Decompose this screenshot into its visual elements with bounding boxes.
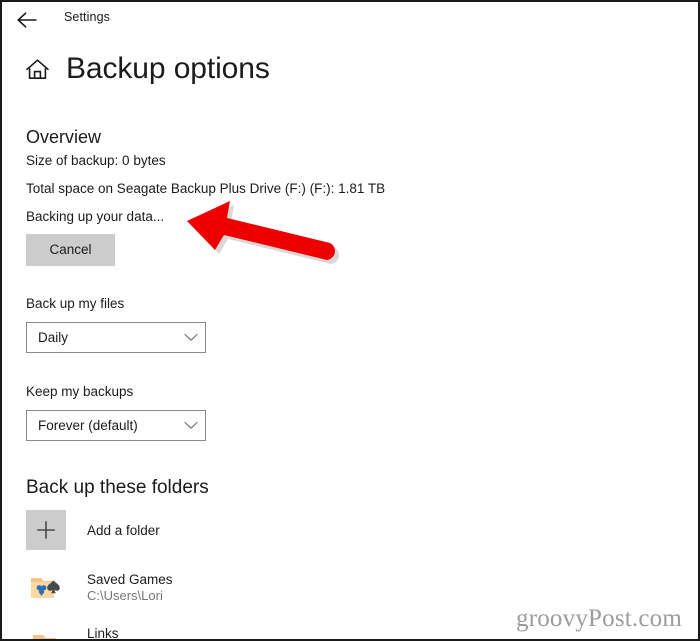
back-arrow-icon[interactable] xyxy=(12,6,42,34)
home-icon[interactable] xyxy=(24,56,50,82)
page-title: Backup options xyxy=(66,52,270,85)
plus-icon xyxy=(26,510,66,550)
chevron-down-icon xyxy=(177,333,205,342)
folder-links-icon xyxy=(26,626,66,639)
page-header: Backup options xyxy=(24,54,270,84)
overview-heading: Overview xyxy=(26,127,102,147)
folder-texts: Links xyxy=(87,626,119,641)
backup-frequency-value: Daily xyxy=(38,330,69,345)
backup-frequency-label: Back up my files xyxy=(26,296,125,311)
folder-name: Links xyxy=(87,626,119,641)
keep-backups-label: Keep my backups xyxy=(26,384,134,399)
list-item[interactable]: Saved Games C:\Users\Lori xyxy=(26,568,326,608)
keep-backups-value: Forever (default) xyxy=(38,418,138,433)
total-space-text: Total space on Seagate Backup Plus Drive… xyxy=(26,181,386,196)
folder-saved-games-icon xyxy=(26,568,66,608)
red-arrow-icon xyxy=(180,194,340,266)
folders-heading: Back up these folders xyxy=(26,477,209,498)
add-folder-label: Add a folder xyxy=(87,522,160,538)
watermark: groovyPost.com xyxy=(516,605,682,632)
folder-path: C:\Users\Lori xyxy=(87,588,163,603)
list-item[interactable]: Links xyxy=(26,626,326,641)
add-folder-button[interactable]: Add a folder xyxy=(26,510,326,550)
title-bar: Settings xyxy=(2,2,698,40)
settings-window: Settings Backup options Overview Size of… xyxy=(0,0,700,641)
backup-frequency-select[interactable]: Daily xyxy=(26,322,206,353)
cancel-button[interactable]: Cancel xyxy=(26,234,115,266)
folder-texts: Saved Games C:\Users\Lori xyxy=(87,572,173,604)
keep-backups-select[interactable]: Forever (default) xyxy=(26,410,206,441)
app-title: Settings xyxy=(64,10,110,24)
folder-name: Saved Games xyxy=(87,572,173,587)
backup-status-text: Backing up your data... xyxy=(26,209,165,224)
size-of-backup-text: Size of backup: 0 bytes xyxy=(26,153,166,168)
chevron-down-icon xyxy=(177,421,205,430)
